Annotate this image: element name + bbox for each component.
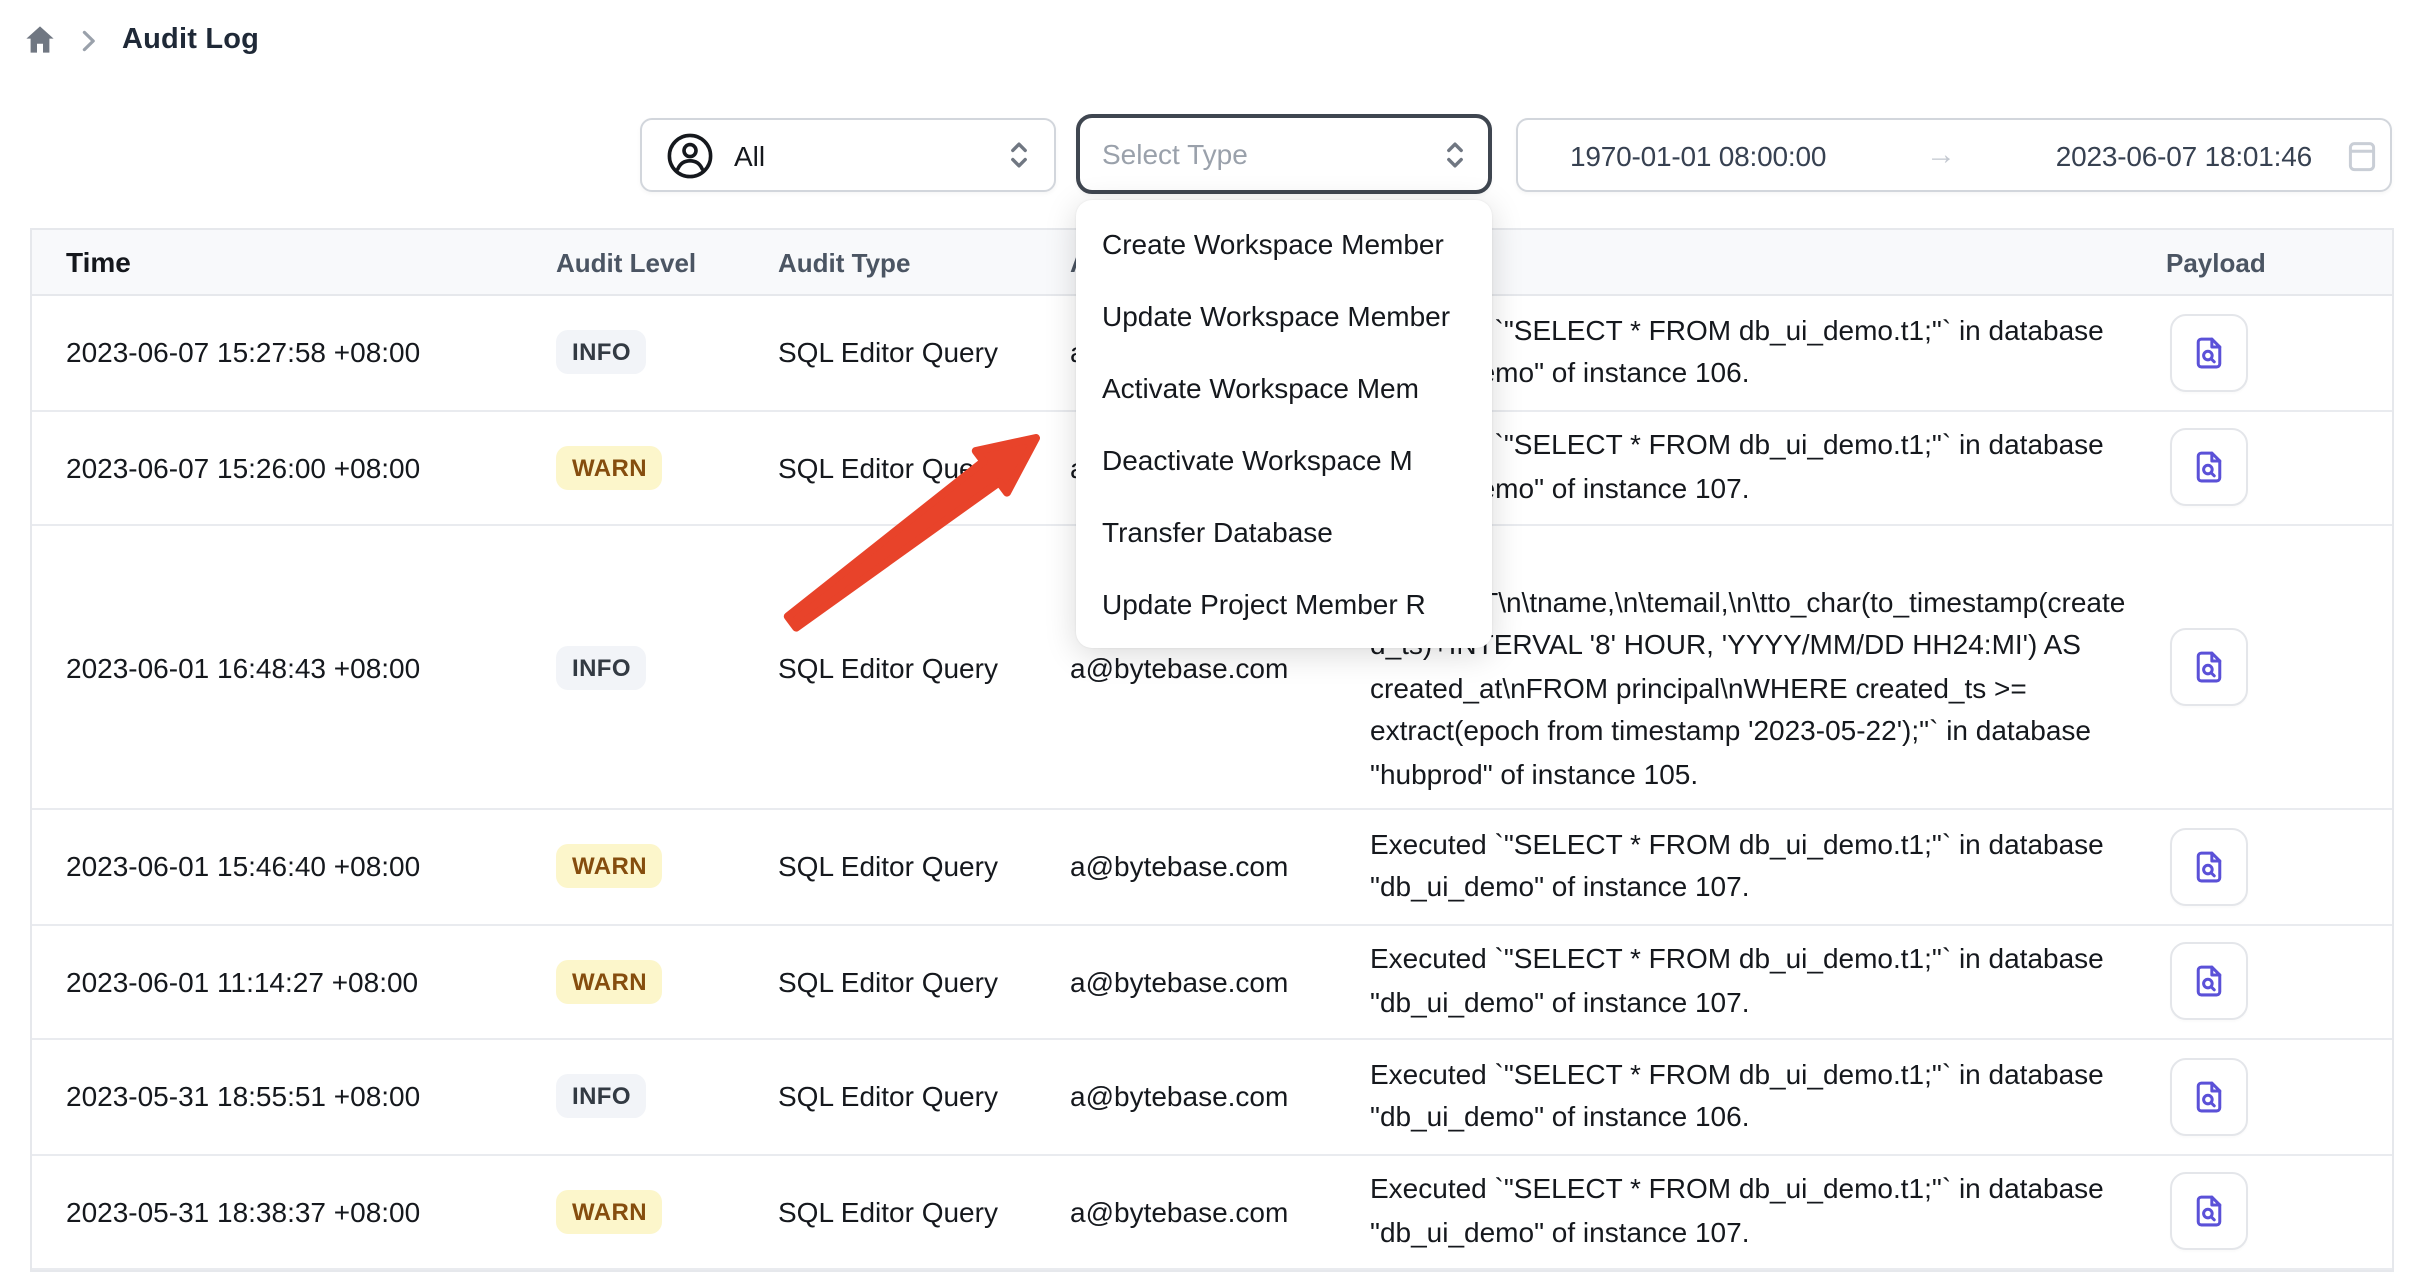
status-badge: WARN	[556, 960, 663, 1004]
page-title: Audit Log	[122, 24, 259, 56]
cell-actor: a@bytebase.com	[1070, 1196, 1370, 1228]
dropdown-option[interactable]: Activate Workspace Mem	[1076, 352, 1492, 424]
cell-time: 2023-05-31 18:38:37 +08:00	[32, 1196, 556, 1228]
cell-comment: Executed `"SELECT * FROM db_ui_demo.t1;"…	[1370, 1169, 2130, 1255]
cell-payload	[2130, 1058, 2392, 1136]
type-filter-select[interactable]: Select Type	[1076, 114, 1492, 194]
file-search-icon	[2190, 334, 2228, 372]
cell-audit-level: INFO	[556, 331, 778, 375]
cell-payload	[2130, 828, 2392, 906]
cell-audit-level: INFO	[556, 1075, 778, 1119]
breadcrumb: Audit Log	[24, 24, 259, 56]
cell-comment: Executed `"SELECT * FROM db_ui_demo.t1;"…	[1370, 939, 2130, 1025]
cell-comment: Executed `"SELECT * FROM db_ui_demo.t1;"…	[1370, 1054, 2130, 1140]
cell-actor: a@bytebase.com	[1070, 1081, 1370, 1113]
dropdown-option[interactable]: Update Workspace Member	[1076, 280, 1492, 352]
cell-audit-type: SQL Editor Query	[778, 851, 1070, 883]
chevron-right-icon	[80, 27, 98, 53]
file-search-icon	[2190, 848, 2228, 886]
dropdown-option[interactable]: Deactivate Workspace M	[1076, 424, 1492, 496]
payload-button[interactable]	[2170, 1173, 2248, 1251]
updown-chevron-icon	[1008, 140, 1030, 170]
cell-audit-level: INFO	[556, 645, 778, 689]
payload-button[interactable]	[2170, 828, 2248, 906]
dropdown-option[interactable]: Transfer Database	[1076, 496, 1492, 568]
payload-button[interactable]	[2170, 943, 2248, 1021]
dropdown-option[interactable]: Create Workspace Member	[1076, 208, 1492, 280]
date-range-start: 1970-01-01 08:00:00	[1570, 139, 1826, 171]
col-header-time: Time	[32, 246, 556, 278]
table-row: 2023-05-31 18:55:51 +08:00 INFO SQL Edit…	[32, 1040, 2392, 1155]
file-search-icon	[2190, 648, 2228, 686]
status-badge: INFO	[556, 331, 647, 375]
type-filter-placeholder: Select Type	[1102, 138, 1248, 170]
file-search-icon	[2190, 1193, 2228, 1231]
cell-time: 2023-06-07 15:27:58 +08:00	[32, 337, 556, 369]
file-search-icon	[2190, 449, 2228, 487]
cell-payload	[2130, 1173, 2392, 1251]
status-badge: WARN	[556, 1190, 663, 1234]
cell-time: 2023-06-01 15:46:40 +08:00	[32, 851, 556, 883]
file-search-icon	[2190, 1078, 2228, 1116]
table-row: 2023-05-31 18:38:37 +08:00 WARN SQL Edit…	[32, 1155, 2392, 1270]
actor-filter-select[interactable]: All	[640, 118, 1056, 192]
actor-filter-value: All	[734, 139, 765, 171]
cell-audit-type: SQL Editor Query	[778, 966, 1070, 998]
cell-time: 2023-06-07 15:26:00 +08:00	[32, 452, 556, 484]
cell-payload	[2130, 943, 2392, 1021]
cell-comment: Executed `"SELECT * FROM db_ui_demo.t1;"…	[1370, 824, 2130, 910]
cell-audit-type: SQL Editor Query	[778, 337, 1070, 369]
file-search-icon	[2190, 963, 2228, 1001]
cell-audit-type: SQL Editor Query	[778, 1196, 1070, 1228]
date-range-end: 2023-06-07 18:01:46	[2056, 139, 2312, 171]
cell-audit-level: WARN	[556, 845, 778, 889]
cell-payload	[2130, 314, 2392, 392]
updown-chevron-icon	[1444, 139, 1466, 169]
calendar-icon	[2348, 139, 2376, 171]
cell-audit-level: WARN	[556, 960, 778, 1004]
col-header-payload: Payload	[2130, 247, 2392, 277]
cell-audit-type: SQL Editor Query	[778, 651, 1070, 683]
cell-time: 2023-06-01 11:14:27 +08:00	[32, 966, 556, 998]
type-dropdown-menu: Create Workspace Member Update Workspace…	[1076, 200, 1492, 648]
payload-button[interactable]	[2170, 628, 2248, 706]
table-row: 2023-06-01 11:14:27 +08:00 WARN SQL Edit…	[32, 925, 2392, 1040]
cell-actor: a@bytebase.com	[1070, 851, 1370, 883]
cell-time: 2023-06-01 16:48:43 +08:00	[32, 651, 556, 683]
status-badge: INFO	[556, 1075, 647, 1119]
cell-audit-level: WARN	[556, 446, 778, 490]
table-row: 2023-06-01 15:46:40 +08:00 WARN SQL Edit…	[32, 810, 2392, 925]
col-header-audit-level: Audit Level	[556, 247, 778, 277]
payload-button[interactable]	[2170, 429, 2248, 507]
cell-audit-type: SQL Editor Query	[778, 1081, 1070, 1113]
col-header-audit-type: Audit Type	[778, 247, 1070, 277]
audit-log-page: Audit Log All Select Type 1970-	[0, 0, 2410, 1268]
status-badge: WARN	[556, 845, 663, 889]
date-range-picker[interactable]: 1970-01-01 08:00:00 → 2023-06-07 18:01:4…	[1516, 118, 2392, 192]
home-icon[interactable]	[24, 24, 56, 56]
cell-time: 2023-05-31 18:55:51 +08:00	[32, 1081, 556, 1113]
payload-button[interactable]	[2170, 1058, 2248, 1136]
arrow-right-icon: →	[1922, 138, 1960, 172]
cell-audit-type: SQL Editor Query	[778, 452, 1070, 484]
cell-payload	[2130, 429, 2392, 507]
status-badge: WARN	[556, 446, 663, 490]
status-badge: INFO	[556, 645, 647, 689]
cell-audit-level: WARN	[556, 1190, 778, 1234]
dropdown-option[interactable]: Update Project Member R	[1076, 568, 1492, 640]
cell-payload	[2130, 628, 2392, 706]
cell-actor: a@bytebase.com	[1070, 651, 1370, 683]
payload-button[interactable]	[2170, 314, 2248, 392]
cell-actor: a@bytebase.com	[1070, 966, 1370, 998]
person-icon	[666, 131, 714, 179]
